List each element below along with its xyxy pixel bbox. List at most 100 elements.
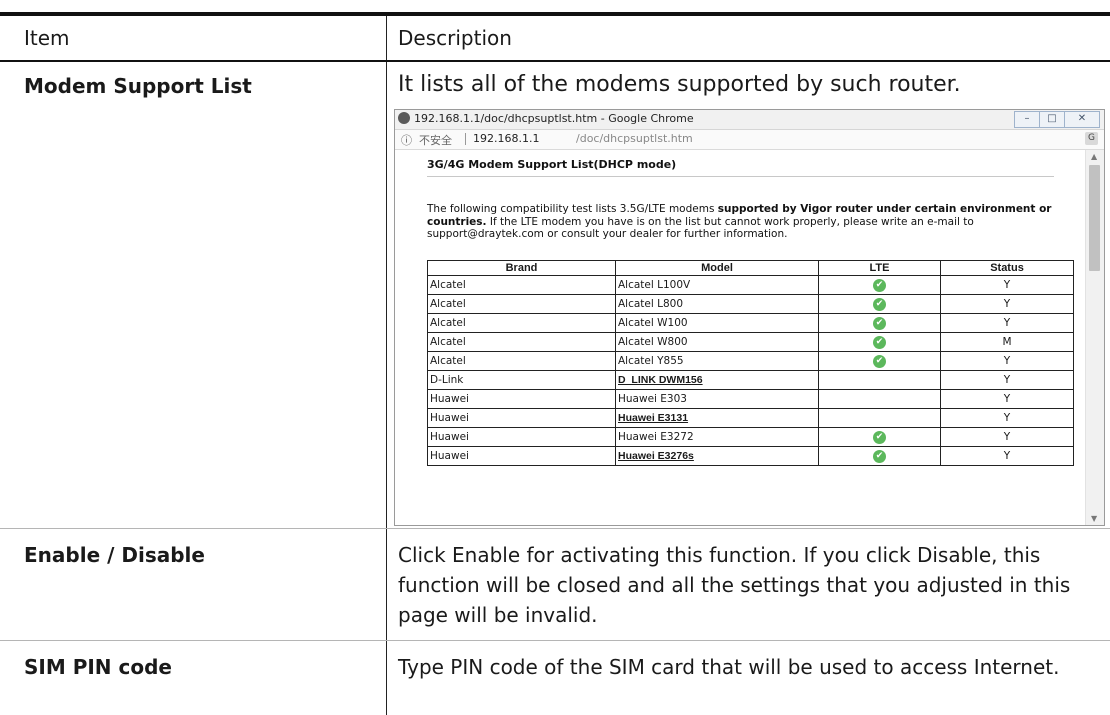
modem-model-link[interactable]: Huawei E3131 (618, 412, 688, 424)
scrollbar[interactable]: ▲ ▼ (1085, 150, 1104, 525)
modem-lte: ✔ (818, 351, 941, 371)
browser-screenshot: 192.168.1.1/doc/dhcpsuptlst.htm - Google… (394, 109, 1105, 526)
modem-brand: Alcatel (427, 294, 616, 314)
modem-row: Alcatel Alcatel L800 ✔ Y (427, 294, 1074, 314)
modem-lte: ✔ (818, 332, 941, 352)
browser-titlebar: 192.168.1.1/doc/dhcpsuptlst.htm - Google… (395, 110, 1104, 130)
modem-brand: Alcatel (427, 351, 616, 371)
intro-paragraph: The following compatibility test lists 3… (427, 203, 1052, 240)
check-icon: ✔ (873, 335, 886, 349)
header-description: Description (398, 26, 512, 50)
page-viewport: 3G/4G Modem Support List(DHCP mode) The … (395, 150, 1083, 525)
modem-model-text: Alcatel W100 (618, 317, 688, 329)
modem-model: Alcatel W100 (615, 313, 819, 333)
url-path: /doc/dhcpsuptlst.htm (576, 132, 693, 145)
modem-lte (818, 370, 941, 390)
globe-icon (398, 112, 410, 124)
modem-model-text: Huawei E3272 (618, 431, 694, 443)
col-brand: Brand (427, 260, 616, 276)
row-item-enable-disable: Enable / Disable (24, 543, 205, 567)
check-icon: ✔ (873, 278, 886, 292)
modem-brand: Huawei (427, 408, 616, 428)
modem-brand: Alcatel (427, 313, 616, 333)
address-separator (465, 133, 466, 145)
modem-model-text: Huawei E303 (618, 393, 687, 405)
modem-brand: Alcatel (427, 275, 616, 295)
modem-table: Brand Model LTE Status Alcatel Alcatel L1… (427, 260, 1074, 466)
modem-lte: ✔ (818, 446, 941, 466)
modem-row: D-Link D_LINK DWM156 Y (427, 370, 1074, 390)
modem-status: Y (940, 389, 1074, 409)
scrollbar-thumb[interactable] (1089, 165, 1100, 271)
scroll-down-arrow[interactable]: ▼ (1091, 514, 1097, 523)
modem-status: Y (940, 408, 1074, 428)
scroll-up-arrow[interactable]: ▲ (1091, 152, 1097, 161)
check-icon: ✔ (873, 316, 886, 330)
modem-brand: Huawei (427, 389, 616, 409)
browser-window-title: 192.168.1.1/doc/dhcpsuptlst.htm - Google… (414, 112, 694, 125)
modem-brand: Huawei (427, 427, 616, 447)
modem-model: Alcatel L800 (615, 294, 819, 314)
modem-status: Y (940, 275, 1074, 295)
modem-status: Y (940, 370, 1074, 390)
modem-model: Alcatel W800 (615, 332, 819, 352)
row-desc-sim-pin-code: Type PIN code of the SIM card that will … (398, 655, 1060, 679)
row-desc-enable-disable: Click Enable for activating this functio… (398, 543, 1071, 627)
check-icon: ✔ (873, 354, 886, 368)
address-bar[interactable]: ⓘ 不安全 192.168.1.1 /doc/dhcpsuptlst.htm G (395, 130, 1104, 150)
modem-lte: ✔ (818, 275, 941, 295)
info-icon[interactable]: ⓘ (401, 132, 412, 148)
row-item-sim-pin-code: SIM PIN code (24, 655, 172, 679)
header-item: Item (24, 26, 70, 50)
maximize-button[interactable]: □ (1039, 111, 1065, 128)
modem-model: Huawei E3272 (615, 427, 819, 447)
modem-status: Y (940, 294, 1074, 314)
header-rule (0, 60, 1110, 62)
page-heading: 3G/4G Modem Support List(DHCP mode) (427, 158, 677, 171)
modem-model: Alcatel Y855 (615, 351, 819, 371)
modem-row: Huawei Huawei E3131 Y (427, 408, 1074, 428)
modem-status: M (940, 332, 1074, 352)
column-separator (386, 16, 387, 715)
modem-status: Y (940, 351, 1074, 371)
url-host: 192.168.1.1 (473, 132, 540, 145)
modem-model-text: Alcatel W800 (618, 336, 688, 348)
table-top-rule (0, 12, 1110, 16)
check-icon: ✔ (873, 449, 886, 463)
modem-model-text: Alcatel Y855 (618, 355, 684, 367)
modem-brand: D-Link (427, 370, 616, 390)
modem-row: Huawei Huawei E303 Y (427, 389, 1074, 409)
modem-row: Alcatel Alcatel Y855 ✔ Y (427, 351, 1074, 371)
modem-model-text: Alcatel L100V (618, 279, 691, 291)
row-rule (0, 528, 1110, 529)
minimize-button[interactable]: – (1014, 111, 1040, 128)
col-model: Model (615, 260, 819, 276)
modem-status: Y (940, 446, 1074, 466)
modem-lte (818, 408, 941, 428)
modem-lte: ✔ (818, 313, 941, 333)
modem-row: Alcatel Alcatel W800 ✔ M (427, 332, 1074, 352)
modem-model: Alcatel L100V (615, 275, 819, 295)
col-lte: LTE (818, 260, 941, 276)
modem-model-text: Alcatel L800 (618, 298, 684, 310)
modem-brand: Huawei (427, 446, 616, 466)
modem-model-link[interactable]: D_LINK DWM156 (618, 374, 703, 386)
translate-icon[interactable]: G (1085, 132, 1098, 145)
insecure-label: 不安全 (419, 134, 452, 147)
check-icon: ✔ (873, 430, 886, 444)
modem-model: D_LINK DWM156 (615, 370, 819, 390)
row-item-modem-support-list: Modem Support List (24, 74, 252, 98)
col-status: Status (940, 260, 1074, 276)
page-heading-rule (427, 176, 1054, 177)
modem-row: Huawei Huawei E3276s ✔ Y (427, 446, 1074, 466)
modem-lte (818, 389, 941, 409)
modem-status: Y (940, 313, 1074, 333)
close-button[interactable]: ✕ (1064, 111, 1100, 128)
modem-model-link[interactable]: Huawei E3276s (618, 450, 694, 462)
modem-row: Alcatel Alcatel W100 ✔ Y (427, 313, 1074, 333)
modem-row: Huawei Huawei E3272 ✔ Y (427, 427, 1074, 447)
modem-status: Y (940, 427, 1074, 447)
row-rule (0, 640, 1110, 641)
modem-lte: ✔ (818, 294, 941, 314)
modem-model: Huawei E303 (615, 389, 819, 409)
